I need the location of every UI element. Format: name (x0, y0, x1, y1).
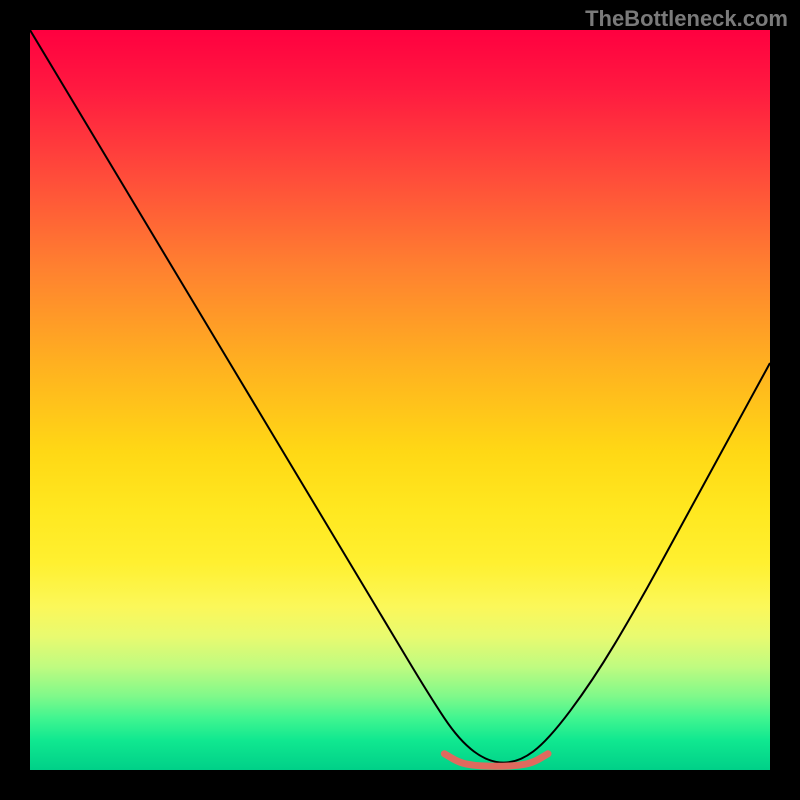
main-curve (30, 30, 770, 763)
bottom-marker (444, 754, 548, 767)
watermark-text: TheBottleneck.com (585, 6, 788, 32)
chart-container: TheBottleneck.com (0, 0, 800, 800)
chart-svg (30, 30, 770, 770)
plot-area (30, 30, 770, 770)
